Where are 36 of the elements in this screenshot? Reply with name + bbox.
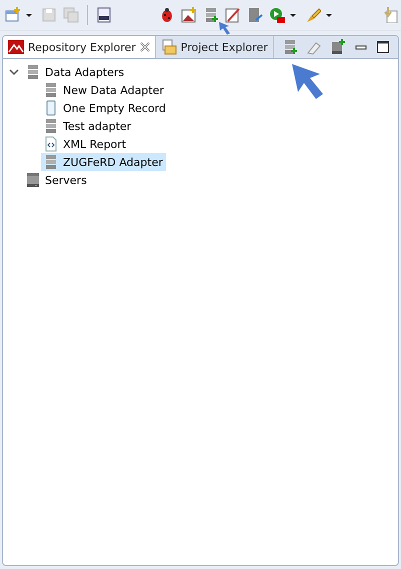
tree-item[interactable]: Data Adapters <box>23 63 128 81</box>
database-icon <box>43 118 59 134</box>
database-icon <box>43 82 59 98</box>
database-add-icon[interactable] <box>282 39 298 55</box>
tree-item[interactable]: ZUGFeRD Adapter <box>41 153 166 171</box>
view-tab[interactable]: Repository Explorer <box>3 36 156 58</box>
new-icon[interactable] <box>5 7 21 23</box>
server-icon <box>25 172 41 188</box>
tree-item[interactable]: One Empty Record <box>41 99 169 117</box>
tree-item[interactable]: New Data Adapter <box>41 81 167 99</box>
annotation-arrow <box>290 62 326 100</box>
database-add-icon[interactable] <box>203 7 219 23</box>
server-link-icon[interactable] <box>247 7 263 23</box>
annotation-arrow <box>218 21 231 35</box>
mountain-logo-icon <box>8 39 24 55</box>
caret-icon[interactable] <box>289 11 297 19</box>
database-icon <box>25 64 41 80</box>
maximize-icon[interactable] <box>376 40 390 54</box>
bug-icon[interactable] <box>159 7 175 23</box>
chevron-down-icon[interactable] <box>9 67 19 77</box>
import-icon[interactable] <box>382 7 398 23</box>
database-icon <box>43 154 59 170</box>
tree-item[interactable]: Servers <box>23 171 90 189</box>
xml-file-icon <box>43 136 59 152</box>
view-tab[interactable]: Project Explorer <box>156 36 274 58</box>
image-add-icon[interactable] <box>181 7 197 23</box>
binary-file-icon[interactable] <box>96 7 112 23</box>
caret-icon[interactable] <box>25 11 33 19</box>
close-icon[interactable] <box>140 42 150 52</box>
tree-item[interactable]: Test adapter <box>41 117 134 135</box>
run-icon[interactable] <box>269 7 285 23</box>
caret-icon[interactable] <box>325 11 333 19</box>
folder-icon <box>160 39 177 55</box>
tree-item[interactable]: XML Report <box>41 135 130 153</box>
server-add-icon[interactable] <box>330 39 346 55</box>
edit-icon[interactable] <box>225 7 241 23</box>
